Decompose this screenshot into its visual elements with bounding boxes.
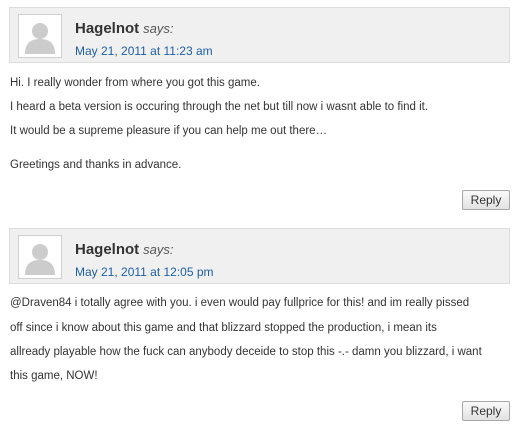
comment-text-line: Hi. I really wonder from where you got t… — [10, 77, 260, 89]
avatar — [18, 14, 62, 58]
comment-text-line: allready playable how the fuck can anybo… — [10, 346, 482, 358]
comment-text-line: It would be a supreme pleasure if you ca… — [10, 125, 328, 137]
reply-button[interactable]: Reply — [462, 401, 510, 421]
default-avatar-icon — [22, 239, 58, 275]
comment-date-link[interactable]: May 21, 2011 at 12:05 pm — [75, 265, 214, 279]
says-label: says: — [143, 242, 174, 257]
comment-author: Hagelnot says: — [75, 241, 174, 258]
comment-text-line: off since i know about this game and tha… — [10, 322, 437, 334]
says-label: says: — [143, 21, 174, 36]
comment-header: Hagelnot says: May 21, 2011 at 11:23 am — [9, 7, 510, 63]
reply-button[interactable]: Reply — [462, 190, 510, 210]
comment-author: Hagelnot says: — [75, 20, 174, 37]
comment-header: Hagelnot says: May 21, 2011 at 12:05 pm — [9, 228, 510, 284]
avatar — [18, 235, 62, 279]
comment-text-line: this game, NOW! — [10, 370, 98, 382]
comment-date-link[interactable]: May 21, 2011 at 11:23 am — [75, 44, 213, 58]
author-name: Hagelnot — [75, 20, 140, 37]
comment-text-line: @Draven84 i totally agree with you. i ev… — [10, 297, 470, 309]
comment-text-line: I heard a beta version is occuring throu… — [10, 101, 429, 113]
author-name: Hagelnot — [75, 241, 140, 258]
default-avatar-icon — [22, 18, 58, 54]
comment-text-line: Greetings and thanks in advance. — [10, 159, 182, 171]
